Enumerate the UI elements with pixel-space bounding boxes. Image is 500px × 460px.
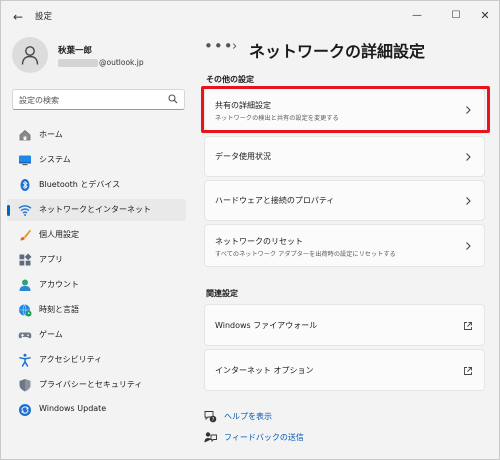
search-box[interactable]: [12, 89, 185, 110]
chevron-right-icon: [466, 197, 471, 205]
feedback-icon: [204, 432, 217, 443]
sidebar-item-network[interactable]: ネットワークとインターネット: [7, 199, 186, 221]
avatar[interactable]: [12, 37, 48, 73]
shield-icon: [19, 379, 31, 392]
sidebar-item-windows-update[interactable]: Windows Update: [7, 399, 186, 421]
sidebar-item-label: プライバシーとセキュリティ: [39, 380, 143, 389]
section-header-other: その他の設定: [206, 75, 254, 84]
sidebar-item-label: ゲーム: [39, 330, 63, 339]
sidebar-item-accounts[interactable]: アカウント: [7, 274, 186, 296]
card-title: インターネット オプション: [215, 366, 314, 375]
chevron-right-icon: [466, 242, 471, 250]
section-header-related: 関連設定: [206, 289, 238, 298]
open-external-icon: [464, 322, 472, 330]
help-link-label[interactable]: ヘルプを表示: [224, 411, 272, 422]
card-subtitle: ネットワークの検出と共有の設定を変更する: [215, 115, 339, 122]
sidebar-item-accessibility[interactable]: アクセシビリティ: [7, 349, 186, 371]
card-network-reset[interactable]: ネットワークのリセット すべてのネットワーク アダプターを出荷時の設定にリセット…: [204, 224, 485, 267]
feedback-link-label[interactable]: フィードバックの送信: [224, 432, 304, 443]
sidebar-item-bluetooth[interactable]: Bluetooth とデバイス: [7, 174, 186, 196]
sidebar-item-time-language[interactable]: 時刻と言語: [7, 299, 186, 321]
system-icon: [19, 155, 31, 166]
brush-icon: [20, 229, 31, 241]
sidebar-item-label: アプリ: [39, 255, 63, 264]
search-icon[interactable]: [168, 94, 178, 104]
sidebar-item-label: アクセシビリティ: [39, 355, 103, 364]
gamepad-icon: [18, 332, 32, 339]
email-suffix: @outlook.jp: [99, 58, 144, 67]
user-name: 秋葉一郎: [58, 46, 93, 56]
sidebar-item-apps[interactable]: アプリ: [7, 249, 186, 271]
card-windows-firewall[interactable]: Windows ファイアウォール: [204, 304, 485, 346]
home-icon: [19, 129, 31, 141]
card-hardware-properties[interactable]: ハードウェアと接続のプロパティ: [204, 180, 485, 221]
card-title: 共有の詳細設定: [215, 101, 271, 110]
sidebar-item-personalization[interactable]: 個人用設定: [7, 224, 186, 246]
account-icon: [19, 279, 31, 291]
back-button[interactable]: ←: [9, 8, 27, 26]
open-external-icon: [464, 367, 472, 375]
breadcrumb-more-button[interactable]: •••: [204, 37, 234, 55]
sidebar-item-gaming[interactable]: ゲーム: [7, 324, 186, 346]
sidebar-item-label: アカウント: [39, 280, 79, 289]
sidebar-item-label: 個人用設定: [39, 230, 79, 239]
card-title: Windows ファイアウォール: [215, 321, 318, 330]
chevron-right-icon: [466, 106, 471, 114]
sidebar-item-system[interactable]: システム: [7, 149, 186, 171]
card-data-usage[interactable]: データ使用状況: [204, 136, 485, 177]
card-title: ネットワークのリセット: [215, 237, 303, 246]
sidebar-item-label: ネットワークとインターネット: [39, 205, 151, 214]
accessibility-icon: [19, 353, 31, 367]
user-icon: [21, 46, 39, 65]
maximize-button[interactable]: ☐: [445, 6, 467, 26]
settings-window: ← 設定 — ☐ ✕ 秋葉一郎 @outlook.jp ホーム: [0, 0, 500, 460]
user-email: @outlook.jp: [58, 58, 144, 67]
sidebar-item-label: ホーム: [39, 130, 63, 139]
apps-icon: [19, 253, 32, 266]
sidebar-item-label: システム: [39, 155, 71, 164]
page-title: ネットワークの詳細設定: [249, 42, 426, 61]
sidebar-item-label: Windows Update: [39, 404, 107, 413]
app-title: 設定: [35, 12, 53, 22]
minimize-button[interactable]: —: [406, 6, 428, 26]
svg-text:?: ?: [212, 417, 215, 423]
card-subtitle: すべてのネットワーク アダプターを出荷時の設定にリセットする: [215, 251, 396, 258]
card-title: データ使用状況: [215, 152, 271, 161]
sidebar-item-home[interactable]: ホーム: [7, 124, 186, 146]
wifi-icon: [18, 205, 32, 216]
breadcrumb-separator-icon: ›: [232, 39, 238, 54]
close-button[interactable]: ✕: [474, 6, 496, 26]
title-bar: ← 設定 — ☐ ✕: [1, 1, 499, 33]
card-title: ハードウェアと接続のプロパティ: [215, 196, 335, 205]
active-indicator: [7, 205, 10, 216]
email-redaction: [58, 59, 98, 67]
update-icon: [19, 404, 31, 416]
bluetooth-icon: [20, 179, 30, 191]
chevron-right-icon: [466, 153, 471, 161]
help-icon: ?: [204, 411, 217, 423]
sidebar-item-label: 時刻と言語: [39, 305, 79, 314]
card-advanced-sharing[interactable]: 共有の詳細設定 ネットワークの検出と共有の設定を変更する: [204, 88, 485, 131]
globe-clock-icon: [19, 304, 32, 317]
search-input[interactable]: [19, 93, 159, 107]
sidebar-item-privacy[interactable]: プライバシーとセキュリティ: [7, 374, 186, 396]
card-internet-options[interactable]: インターネット オプション: [204, 349, 485, 391]
sidebar-item-label: Bluetooth とデバイス: [39, 180, 121, 189]
